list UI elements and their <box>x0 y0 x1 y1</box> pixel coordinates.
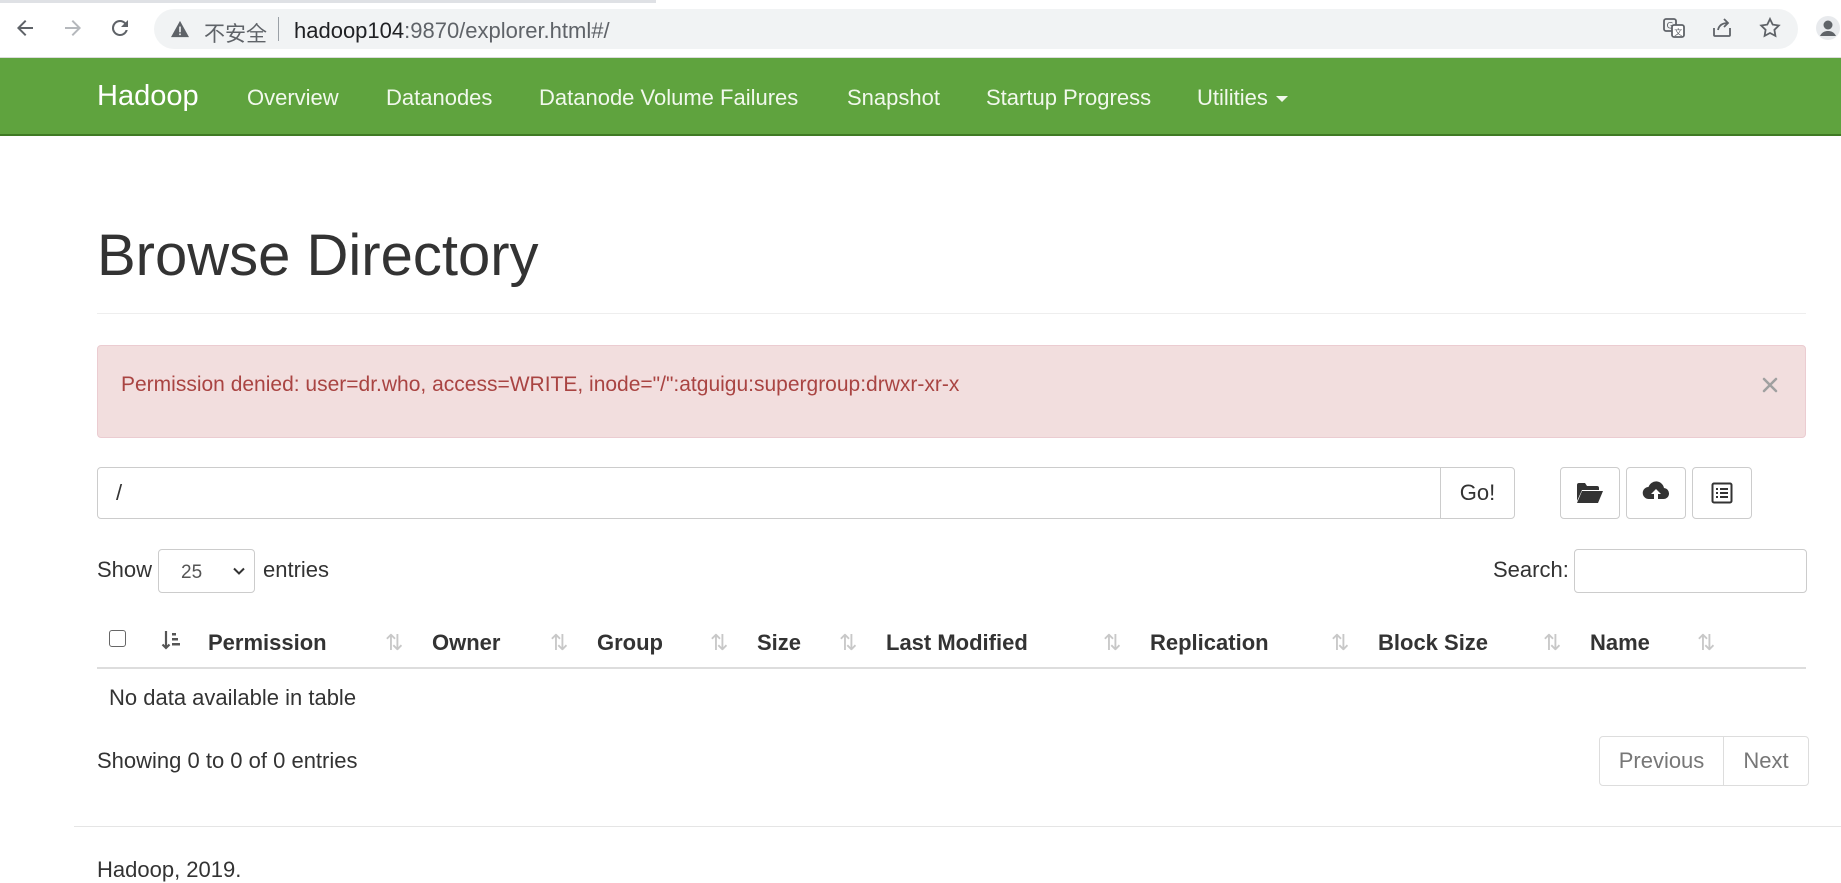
column-header-block-size[interactable]: Block Size <box>1378 630 1488 656</box>
browser-toolbar: 不安全 hadoop104:9870/explorer.html#/ G文 <box>0 0 1841 58</box>
url-text[interactable]: hadoop104:9870/explorer.html#/ <box>294 18 610 44</box>
table-empty-message: No data available in table <box>109 685 357 710</box>
nav-datanodes[interactable]: Datanodes <box>386 85 492 111</box>
nav-utilities-label: Utilities <box>1197 85 1268 110</box>
forward-button[interactable] <box>58 13 88 43</box>
select-all-checkbox[interactable] <box>109 630 126 647</box>
cut-paste-button[interactable] <box>1692 467 1752 519</box>
pagination: Previous Next <box>1599 736 1809 786</box>
sort-both-icon[interactable]: ⇅ <box>1697 630 1715 656</box>
navbar-brand[interactable]: Hadoop <box>97 80 199 113</box>
share-icon <box>1713 18 1731 37</box>
alert-message: Permission denied: user=dr.who, access=W… <box>121 373 960 396</box>
reload-icon <box>111 19 128 36</box>
search-label: Search: <box>1493 557 1569 582</box>
not-secure-label[interactable]: 不安全 <box>204 18 267 48</box>
address-separator <box>278 17 279 41</box>
show-label: Show <box>97 557 153 582</box>
close-icon[interactable] <box>1759 374 1781 396</box>
sort-both-icon[interactable]: ⇅ <box>1543 630 1561 656</box>
reload-button[interactable] <box>105 13 135 43</box>
star-icon <box>1759 16 1781 38</box>
previous-page-button[interactable]: Previous <box>1600 737 1724 785</box>
back-button[interactable] <box>10 13 40 43</box>
upload-files-button[interactable] <box>1626 467 1686 519</box>
column-header-permission[interactable]: Permission <box>208 630 327 656</box>
svg-text:文: 文 <box>1674 27 1682 37</box>
list-alt-icon <box>1711 482 1733 504</box>
column-header-name[interactable]: Name <box>1590 630 1650 656</box>
column-header-replication[interactable]: Replication <box>1150 630 1269 656</box>
bookmark-button[interactable] <box>1757 15 1783 41</box>
title-divider <box>97 313 1806 314</box>
arrow-left-icon <box>17 20 33 36</box>
column-header-group[interactable]: Group <box>597 630 663 656</box>
nav-startup-progress[interactable]: Startup Progress <box>986 85 1151 111</box>
share-button[interactable] <box>1709 15 1735 41</box>
tab-strip-edge <box>0 0 656 3</box>
sort-both-icon[interactable]: ⇅ <box>710 630 728 656</box>
sort-both-icon[interactable]: ⇅ <box>1103 630 1121 656</box>
entries-label: entries <box>263 557 330 582</box>
translate-button[interactable]: G文 <box>1661 15 1687 41</box>
directory-path-input[interactable] <box>97 467 1442 519</box>
go-button[interactable]: Go! <box>1440 467 1515 519</box>
sort-both-icon[interactable]: ⇅ <box>839 630 857 656</box>
table-search-input[interactable] <box>1574 549 1807 593</box>
column-header-last-modified[interactable]: Last Modified <box>886 630 1028 656</box>
sort-both-icon[interactable]: ⇅ <box>1331 630 1349 656</box>
sort-ascending-icon[interactable] <box>161 629 183 653</box>
arrow-right-icon <box>65 20 81 36</box>
entries-per-page-select[interactable]: 25 <box>158 549 255 593</box>
translate-icon: G文 <box>1663 18 1685 38</box>
footer-text: Hadoop, 2019. <box>97 857 242 882</box>
error-alert: Permission denied: user=dr.who, access=W… <box>97 345 1806 438</box>
next-page-button[interactable]: Next <box>1724 737 1808 785</box>
url-host: hadoop104 <box>294 18 405 43</box>
entries-per-page-value: 25 <box>181 562 203 583</box>
nav-datanode-volume-failures[interactable]: Datanode Volume Failures <box>539 85 798 111</box>
top-navbar: Hadoop Overview Datanodes Datanode Volum… <box>0 58 1841 136</box>
profile-button[interactable] <box>1815 15 1841 41</box>
chevron-down-icon <box>233 567 245 575</box>
page-title: Browse Directory <box>97 223 539 288</box>
column-header-size[interactable]: Size <box>757 630 801 656</box>
cloud-upload-icon <box>1642 481 1670 501</box>
url-path: :9870/explorer.html#/ <box>404 18 610 43</box>
table-header: Permission ⇅ Owner ⇅ Group ⇅ Size ⇅ Last… <box>97 618 1806 669</box>
nav-snapshot[interactable]: Snapshot <box>847 85 940 111</box>
warning-triangle-icon <box>171 20 189 38</box>
column-header-owner[interactable]: Owner <box>432 630 500 656</box>
nav-overview[interactable]: Overview <box>247 85 339 111</box>
sort-both-icon[interactable]: ⇅ <box>385 630 403 656</box>
caret-down-icon <box>1275 96 1288 103</box>
avatar-icon <box>1816 16 1840 40</box>
table-info: Showing 0 to 0 of 0 entries <box>97 748 358 773</box>
nav-utilities[interactable]: Utilities <box>1197 85 1288 111</box>
folder-open-icon <box>1577 483 1603 503</box>
address-bar[interactable]: 不安全 hadoop104:9870/explorer.html#/ <box>154 9 1798 49</box>
sort-both-icon[interactable]: ⇅ <box>550 630 568 656</box>
footer-divider <box>74 826 1841 827</box>
create-directory-button[interactable] <box>1560 467 1620 519</box>
